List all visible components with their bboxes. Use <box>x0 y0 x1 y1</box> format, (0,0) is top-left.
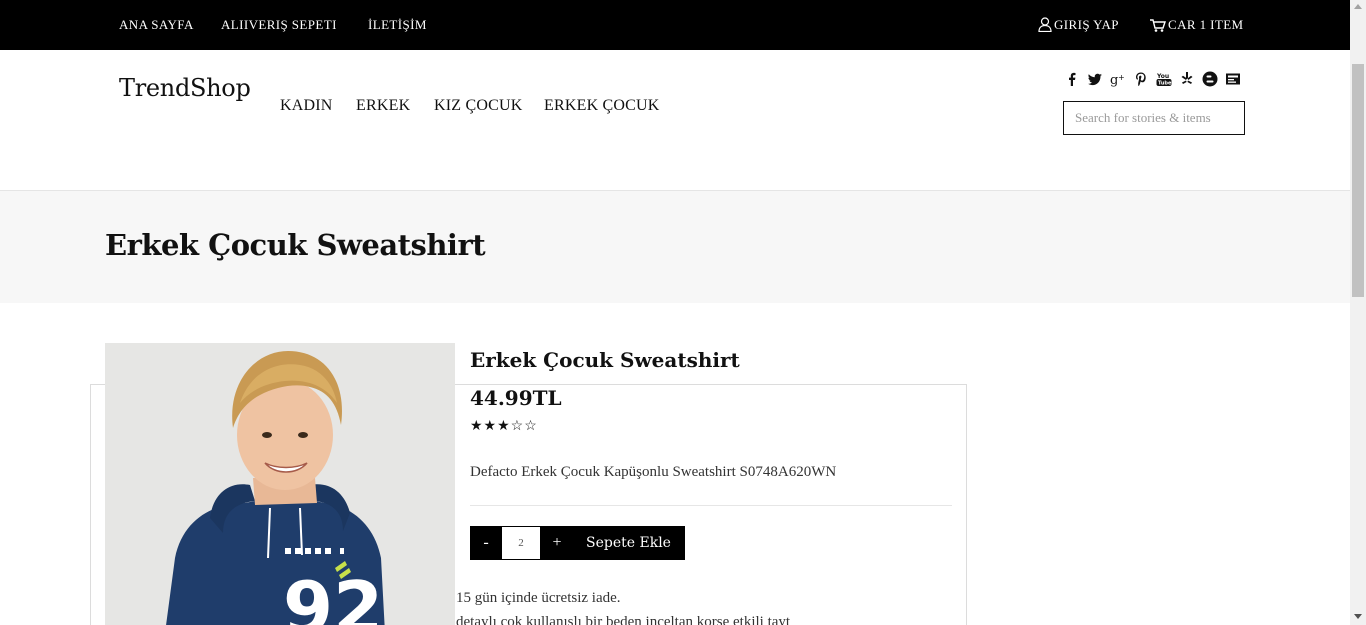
nav-girls[interactable]: KIZ ÇOCUK <box>434 97 522 115</box>
svg-text:Tube: Tube <box>1158 81 1172 87</box>
nav-home-link[interactable]: ANA SAYFA <box>119 17 194 33</box>
cart-label: CAR 1 ITEM <box>1168 17 1244 32</box>
product-image[interactable]: 92 <box>105 343 455 625</box>
return-policy-text: 15 gün içinde ücretsiz iade. <box>456 590 621 606</box>
search-input[interactable] <box>1063 101 1245 135</box>
email-icon[interactable] <box>1225 71 1241 87</box>
nav-contact-link[interactable]: İLETİŞİM <box>368 17 427 33</box>
product-description: Defacto Erkek Çocuk Kapüşonlu Sweatshirt… <box>470 464 837 480</box>
product-rating: ★★★☆☆ <box>470 418 538 434</box>
login-label: GIRIŞ YAP <box>1054 17 1119 32</box>
twitter-icon[interactable] <box>1087 71 1103 87</box>
nav-cart-page-link[interactable]: ALIIVERIŞ SEPETI <box>221 17 337 33</box>
yelp-icon[interactable] <box>1179 71 1195 87</box>
product-divider <box>470 505 952 506</box>
quantity-input[interactable] <box>502 527 540 559</box>
scrollbar-thumb[interactable] <box>1352 64 1364 297</box>
google-plus-icon[interactable]: g + <box>1110 71 1126 88</box>
page-title: Erkek Çocuk Sweatshirt <box>105 228 486 262</box>
svg-text:You: You <box>1156 73 1169 80</box>
quantity-decrement-button[interactable]: - <box>470 526 502 560</box>
add-to-cart-form: - + Sepete Ekle <box>470 526 685 560</box>
scroll-down-arrow-icon[interactable] <box>1354 614 1362 619</box>
blogger-icon[interactable] <box>1202 71 1218 87</box>
quantity-increment-button[interactable]: + <box>540 526 574 560</box>
nav-boys[interactable]: ERKEK ÇOCUK <box>544 97 660 115</box>
user-icon <box>1038 17 1052 36</box>
nav-women[interactable]: KADIN <box>280 97 333 115</box>
product-price: 44.99TL <box>470 386 562 410</box>
cart-icon <box>1150 19 1166 36</box>
youtube-icon[interactable]: You Tube <box>1156 71 1172 87</box>
hoodie-print-number: 92 <box>283 566 383 625</box>
svg-text:+: + <box>1118 73 1125 82</box>
top-bar: ANA SAYFA ALIIVERIŞ SEPETI İLETİŞİM GIRI… <box>0 0 1350 50</box>
cart-link[interactable]: CAR 1 ITEM <box>1150 17 1244 36</box>
facebook-icon[interactable] <box>1064 71 1080 87</box>
pinterest-icon[interactable] <box>1133 71 1149 87</box>
vertical-scrollbar[interactable] <box>1350 0 1366 625</box>
login-link[interactable]: GIRIŞ YAP <box>1038 17 1119 36</box>
social-links: g + You Tube <box>1064 71 1246 88</box>
site-logo[interactable]: TrendShop <box>119 74 251 102</box>
nav-men[interactable]: ERKEK <box>356 97 410 115</box>
add-to-cart-button[interactable]: Sepete Ekle <box>574 526 685 560</box>
product-detail-text: detaylı çok kullanışlı bir beden incelta… <box>456 614 791 625</box>
scroll-up-arrow-icon[interactable] <box>1354 4 1362 9</box>
product-title: Erkek Çocuk Sweatshirt <box>470 348 740 372</box>
